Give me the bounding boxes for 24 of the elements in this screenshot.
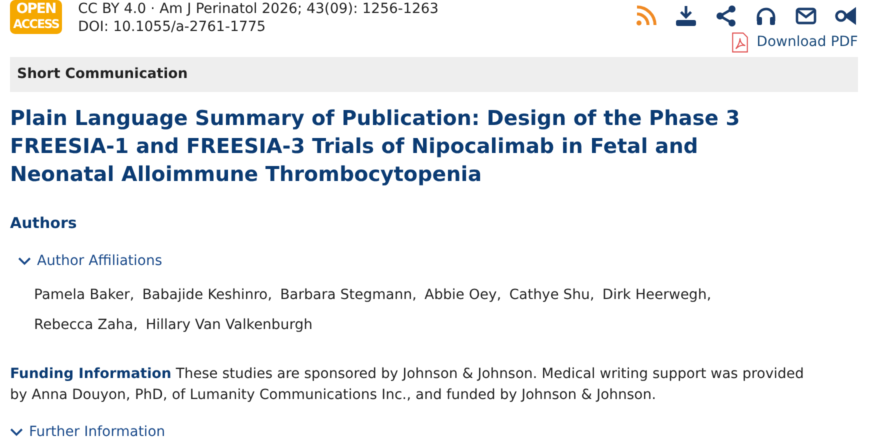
author-name: Rebecca Zaha,	[34, 316, 138, 334]
doi-text: DOI: 10.1055/a-2761-1775	[78, 18, 267, 36]
author-name: Dirk Heerwegh,	[602, 286, 712, 304]
author-name: Cathye Shu,	[509, 286, 594, 304]
author-name: Barbara Stegmann,	[280, 286, 417, 304]
pdf-icon	[730, 32, 749, 53]
download-icon[interactable]	[674, 4, 698, 28]
author-name: Abbie Oey,	[424, 286, 502, 304]
author-name: Babajide Keshinro,	[142, 286, 272, 304]
share-icon[interactable]	[714, 4, 738, 28]
horn-icon[interactable]	[834, 4, 858, 28]
author-name: Hillary Van Valkenburgh	[146, 316, 312, 334]
expander-link[interactable]: Further Information	[10, 422, 166, 438]
funding-paragraph: Funding Information These studies are sponsored by Johnson & Johnson. Medical writing support was provided by Anna Douyon, PhD, of Lumanity Communications Inc., and funded by Johnson & Johnson.	[10, 364, 805, 404]
chevron-icon	[18, 256, 31, 266]
download-pdf-link[interactable]: Download PDF	[730, 32, 858, 53]
open-access-logo: OPEN ACCESS	[10, 0, 62, 34]
article-type-bar: Short Communication	[10, 57, 858, 92]
chevron-icon	[10, 428, 23, 436]
authors-heading: Authors	[10, 213, 78, 234]
citation-text: CC BY 4.0 · Am J Perinatol 2026; 43(09): 1256-1263	[78, 0, 439, 18]
expander-link[interactable]: Author Affiliations	[18, 250, 162, 272]
author-name: Pamela Baker,	[34, 286, 134, 304]
article-title: Plain Language Summary of Publication: Design of the Phase 3 FREESIA-1 and FREESIA-3 Trials of Nipocalimab in Fetal and Neonatal Alloimmune Thrombocytopenia	[10, 105, 741, 188]
